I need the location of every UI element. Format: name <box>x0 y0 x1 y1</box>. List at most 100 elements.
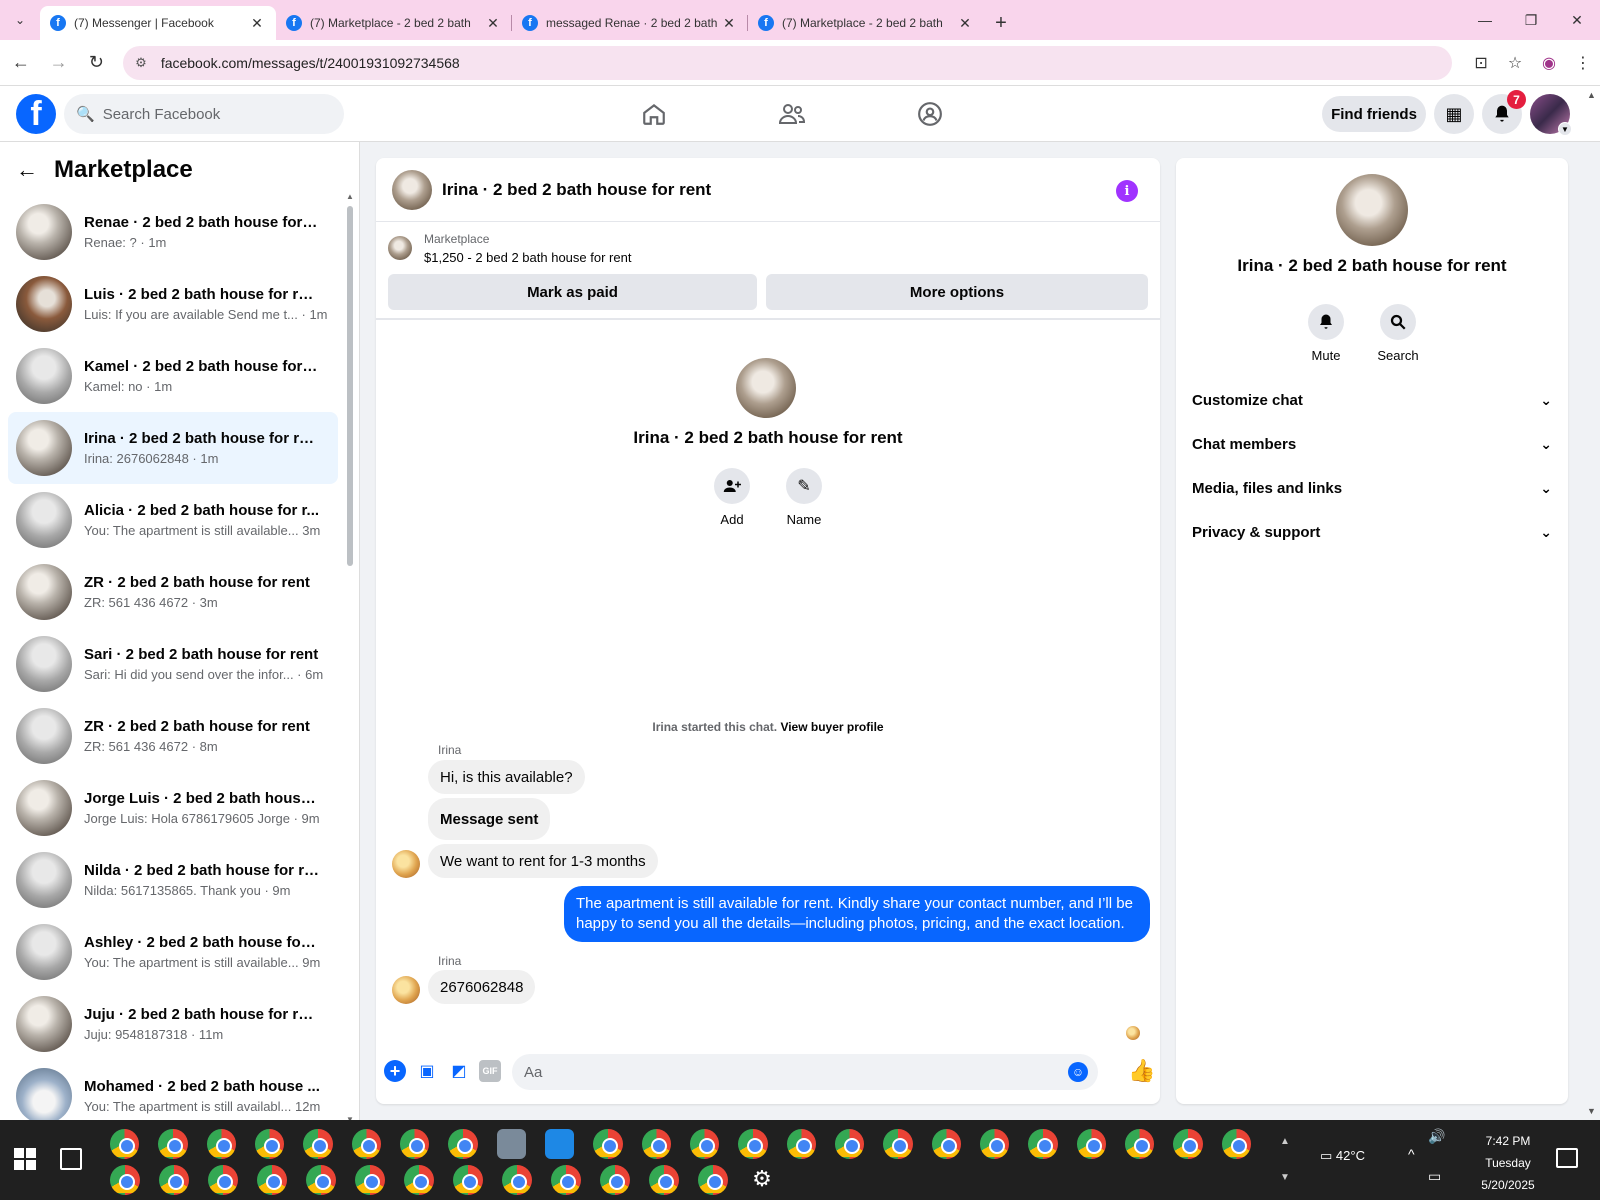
chrome-icon[interactable] <box>979 1129 1010 1159</box>
menu-grid-icon[interactable]: ▦ <box>1434 94 1474 134</box>
privacy-support-section[interactable]: Privacy & support ⌄ <box>1192 512 1552 552</box>
chrome-icon[interactable] <box>257 1165 287 1195</box>
volume-icon[interactable]: 🔊 <box>1428 1128 1445 1145</box>
account-avatar[interactable]: ▼ <box>1530 94 1572 136</box>
chrome-icon[interactable] <box>502 1165 532 1195</box>
search-in-conversation-button[interactable]: Search <box>1368 304 1428 363</box>
weather-widget[interactable]: ▭ 42°C <box>1320 1148 1365 1164</box>
chat-avatar[interactable] <box>392 169 432 210</box>
groups-nav-icon[interactable] <box>890 86 970 142</box>
chat-members-section[interactable]: Chat members ⌄ <box>1192 424 1552 464</box>
conversation-item[interactable]: Ashley · 2 bed 2 bath house for ... You: … <box>8 916 338 988</box>
browser-tab-renae[interactable]: f messaged Renae · 2 bed 2 bath ✕ <box>512 6 748 40</box>
chrome-icon[interactable] <box>306 1165 336 1195</box>
conversation-list-scrollbar[interactable]: ▲ ▼ <box>346 192 354 1120</box>
chrome-icon[interactable] <box>883 1129 913 1159</box>
chrome-icon[interactable] <box>641 1129 671 1159</box>
chrome-icon[interactable] <box>110 1165 140 1195</box>
chrome-icon[interactable] <box>1124 1129 1155 1159</box>
chrome-icon[interactable] <box>355 1165 385 1195</box>
chrome-icon[interactable] <box>208 1165 238 1195</box>
scroll-up-icon[interactable]: ▲ <box>1587 90 1596 100</box>
taskbar-clock[interactable]: 7:42 PM Tuesday 5/20/2025 <box>1460 1130 1556 1196</box>
app-icon[interactable] <box>496 1129 526 1159</box>
minimize-icon[interactable]: — <box>1462 0 1508 40</box>
facebook-logo-icon[interactable]: f <box>16 94 56 134</box>
close-tab-icon[interactable]: ✕ <box>956 15 974 32</box>
conversation-item[interactable]: Alicia · 2 bed 2 bath house for r... You:… <box>8 484 338 556</box>
edit-name-button[interactable]: ✎ Name <box>774 468 834 527</box>
bookmark-star-icon[interactable]: ☆ <box>1498 46 1532 80</box>
message-input[interactable]: Aa ☺ <box>512 1054 1098 1090</box>
menu-dots-icon[interactable]: ⋮ <box>1566 46 1600 80</box>
chat-title[interactable]: Irina · 2 bed 2 bath house for rent <box>442 180 711 200</box>
sender-avatar[interactable] <box>392 850 420 878</box>
close-window-icon[interactable]: ✕ <box>1554 0 1600 40</box>
new-tab-button[interactable]: + <box>984 6 1018 40</box>
chrome-icon[interactable] <box>159 1165 189 1195</box>
windows-start-icon[interactable] <box>14 1148 36 1170</box>
chrome-icon[interactable] <box>600 1165 630 1195</box>
reload-icon[interactable]: ↻ <box>79 46 113 80</box>
add-people-button[interactable]: Add <box>702 468 762 527</box>
profile-icon[interactable]: ◉ <box>1532 46 1566 80</box>
conversation-item[interactable]: Sari · 2 bed 2 bath house for rent Sari: … <box>8 628 338 700</box>
media-files-links-section[interactable]: Media, files and links ⌄ <box>1192 468 1552 508</box>
tab-search-button[interactable]: ⌄ <box>0 0 40 40</box>
network-icon[interactable]: ▭ <box>1428 1168 1441 1185</box>
chrome-icon[interactable] <box>448 1129 478 1159</box>
view-buyer-profile-link[interactable]: View buyer profile <box>780 720 883 734</box>
chrome-icon[interactable] <box>593 1129 623 1159</box>
chrome-icon[interactable] <box>551 1165 581 1195</box>
chrome-icon[interactable] <box>931 1129 961 1159</box>
scroll-down-icon[interactable]: ▼ <box>1587 1106 1596 1116</box>
url-input[interactable]: ⚙ facebook.com/messages/t/24001931092734… <box>123 45 1453 80</box>
sticker-icon[interactable]: ◩ <box>448 1060 470 1082</box>
page-scrollbar[interactable]: ▲ ▼ <box>1584 86 1600 1120</box>
scrollbar-thumb[interactable] <box>347 206 353 566</box>
mark-as-paid-button[interactable]: Mark as paid <box>388 274 757 310</box>
chrome-icon[interactable] <box>158 1129 188 1159</box>
chrome-icon[interactable] <box>786 1129 816 1159</box>
taskbar-scroll[interactable]: ▲ ▼ <box>1280 1124 1290 1196</box>
chrome-icon[interactable] <box>1076 1129 1106 1159</box>
conversation-item[interactable]: Nilda · 2 bed 2 bath house for re... Nild… <box>8 844 338 916</box>
chrome-icon[interactable] <box>1173 1129 1203 1159</box>
conversation-item[interactable]: Luis · 2 bed 2 bath house for rent Luis: … <box>8 268 338 340</box>
install-app-icon[interactable]: ⊡ <box>1464 46 1498 80</box>
mute-button[interactable]: Mute <box>1296 304 1356 363</box>
close-tab-icon[interactable]: ✕ <box>720 15 738 32</box>
chrome-icon[interactable] <box>698 1165 728 1195</box>
notifications-bell-icon[interactable]: 7 <box>1482 90 1526 134</box>
chrome-icon[interactable] <box>834 1129 865 1159</box>
close-tab-icon[interactable]: ✕ <box>484 15 502 32</box>
info-icon[interactable]: i <box>1116 180 1138 202</box>
emoji-icon[interactable]: ☺ <box>1068 1062 1088 1082</box>
incoming-message[interactable]: We want to rent for 1-3 months <box>428 844 658 878</box>
incoming-message[interactable]: Message sent <box>428 798 551 840</box>
customize-chat-section[interactable]: Customize chat ⌄ <box>1192 380 1552 420</box>
chrome-icon[interactable] <box>1221 1129 1251 1159</box>
restore-icon[interactable]: ❐ <box>1508 0 1554 40</box>
info-avatar[interactable] <box>1336 174 1408 246</box>
gif-icon[interactable]: GIF <box>479 1060 501 1082</box>
chrome-icon[interactable] <box>351 1129 381 1159</box>
browser-tab-messenger[interactable]: f (7) Messenger | Facebook ✕ <box>40 6 276 40</box>
close-tab-icon[interactable]: ✕ <box>248 15 266 32</box>
attach-photo-icon[interactable]: ▣ <box>416 1060 438 1082</box>
plus-actions-icon[interactable]: + <box>384 1060 406 1082</box>
search-input[interactable]: 🔍 Search Facebook <box>64 94 344 134</box>
settings-gear-icon[interactable]: ⚙ <box>747 1165 777 1195</box>
home-nav-icon[interactable] <box>614 86 694 142</box>
listing-price-title[interactable]: $1,250 - 2 bed 2 bath house for rent <box>424 250 631 265</box>
conversation-item[interactable]: ZR · 2 bed 2 bath house for rent ZR: 561 … <box>8 700 338 772</box>
thumbs-up-icon[interactable]: 👍 <box>1128 1058 1155 1084</box>
conversation-item[interactable]: ZR · 2 bed 2 bath house for rent ZR: 561 … <box>8 556 338 628</box>
app-icon[interactable] <box>544 1129 575 1159</box>
chrome-icon[interactable] <box>206 1129 236 1159</box>
conversation-item[interactable]: Jorge Luis · 2 bed 2 bath house f... Jorg… <box>8 772 338 844</box>
find-friends-button[interactable]: Find friends <box>1322 96 1426 132</box>
friends-nav-icon[interactable] <box>752 86 832 142</box>
chrome-icon[interactable] <box>453 1165 483 1195</box>
conversation-item-selected[interactable]: Irina · 2 bed 2 bath house for rent Irina… <box>8 412 338 484</box>
